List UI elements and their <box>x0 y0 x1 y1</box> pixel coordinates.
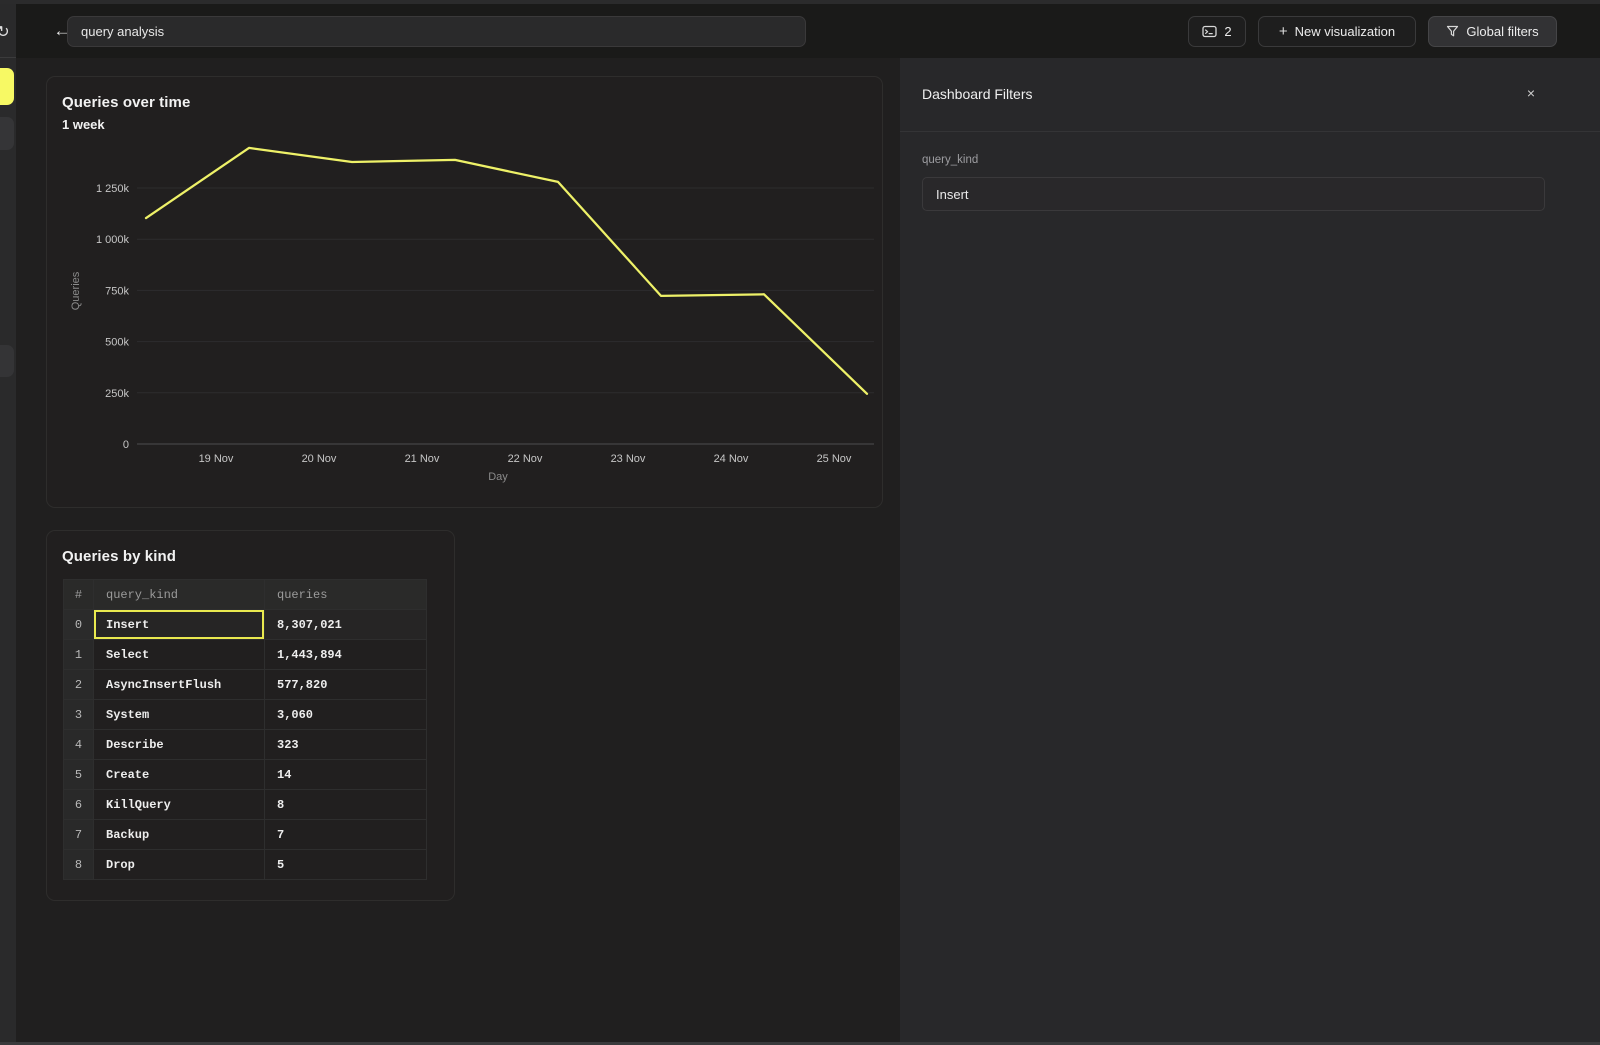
row-index-cell: 1 <box>64 640 94 670</box>
row-index-cell: 2 <box>64 670 94 700</box>
y-tick-label: 0 <box>123 439 129 451</box>
sidebar-item[interactable] <box>0 345 14 377</box>
queries-count-cell[interactable]: 8,307,021 <box>265 610 427 640</box>
queries-count-cell[interactable]: 323 <box>265 730 427 760</box>
row-index-cell: 7 <box>64 820 94 850</box>
query-kind-cell[interactable]: System <box>94 700 265 730</box>
new-visualization-button[interactable]: + New visualization <box>1258 16 1416 47</box>
table-header: #query_kindqueries <box>64 580 427 610</box>
table-title: Queries by kind <box>62 548 176 565</box>
column-header-#: # <box>64 580 94 610</box>
new-visualization-label: New visualization <box>1295 24 1395 39</box>
queries-by-kind-table: #query_kindqueries 0Insert8,307,0211Sele… <box>63 579 427 880</box>
x-tick-label: 23 Nov <box>611 453 646 465</box>
sidebar: ↻ <box>0 0 16 1045</box>
table-row: 1Select1,443,894 <box>64 640 427 670</box>
table-row: 8Drop5 <box>64 850 427 880</box>
panel-divider <box>900 131 1600 132</box>
row-index-cell: 6 <box>64 790 94 820</box>
funnel-icon <box>1446 25 1459 38</box>
plus-icon: + <box>1279 23 1288 40</box>
column-header-queries: queries <box>265 580 427 610</box>
chart-subtitle: 1 week <box>62 117 105 132</box>
dashboard-window: ↻ ← 2 + New visualization Global filters <box>0 0 1600 1045</box>
x-tick-label: 19 Nov <box>199 453 234 465</box>
refresh-icon[interactable]: ↻ <box>0 21 15 45</box>
query-kind-cell[interactable]: KillQuery <box>94 790 265 820</box>
x-tick-label: 25 Nov <box>817 453 852 465</box>
table-row: 4Describe323 <box>64 730 427 760</box>
sidebar-item[interactable] <box>0 117 14 150</box>
column-header-query_kind: query_kind <box>94 580 265 610</box>
query-kind-cell[interactable]: Drop <box>94 850 265 880</box>
console-count: 2 <box>1224 24 1231 39</box>
row-index-cell: 3 <box>64 700 94 730</box>
x-tick-label: 20 Nov <box>302 453 337 465</box>
table-row: 7Backup7 <box>64 820 427 850</box>
y-tick-label: 1 250k <box>96 183 130 195</box>
filter-field-label: query_kind <box>922 154 978 166</box>
row-index-cell: 8 <box>64 850 94 880</box>
dashboard-title-input[interactable] <box>67 16 806 47</box>
queries-count-cell[interactable]: 577,820 <box>265 670 427 700</box>
query-kind-cell[interactable]: Backup <box>94 820 265 850</box>
global-filters-button[interactable]: Global filters <box>1428 16 1557 47</box>
queries-line-series <box>146 148 867 394</box>
table-row: 5Create14 <box>64 760 427 790</box>
main-content: 0250k500k750k1 000k1 250k19 Nov20 Nov21 … <box>16 58 900 1042</box>
global-filters-label: Global filters <box>1466 24 1538 39</box>
queries-count-cell[interactable]: 8 <box>265 790 427 820</box>
query-kind-cell[interactable]: AsyncInsertFlush <box>94 670 265 700</box>
terminal-icon <box>1202 25 1217 38</box>
queries-count-cell[interactable]: 7 <box>265 820 427 850</box>
queries-count-cell[interactable]: 5 <box>265 850 427 880</box>
chart-title: Queries over time <box>62 94 190 111</box>
x-tick-label: 22 Nov <box>508 453 543 465</box>
queries-count-cell[interactable]: 14 <box>265 760 427 790</box>
query-kind-filter-input[interactable] <box>922 177 1545 211</box>
row-index-cell: 5 <box>64 760 94 790</box>
y-tick-label: 500k <box>105 337 129 349</box>
queries-count-cell[interactable]: 3,060 <box>265 700 427 730</box>
line-chart-canvas: 0 250k 500k 750k 1 000k 1 250k 19 Nov 20 Nov 21 … <box>47 77 884 509</box>
table-row: 3System3,060 <box>64 700 427 730</box>
window-top-strip <box>0 0 1600 4</box>
sidebar-item-active[interactable] <box>0 68 14 105</box>
y-tick-label: 750k <box>105 285 129 297</box>
chart-card-queries-over-time: 0 250k 500k 750k 1 000k 1 250k 19 Nov 20 Nov 21 … <box>46 76 883 508</box>
query-kind-cell[interactable]: Insert <box>94 610 265 640</box>
x-tick-label: 21 Nov <box>405 453 440 465</box>
queries-count-cell[interactable]: 1,443,894 <box>265 640 427 670</box>
dashboard-filters-panel: Dashboard Filters × query_kind <box>900 58 1600 1042</box>
console-count-button[interactable]: 2 <box>1188 16 1246 47</box>
x-tick-label: 24 Nov <box>714 453 749 465</box>
y-tick-label: 1 000k <box>96 234 130 246</box>
query-kind-cell[interactable]: Create <box>94 760 265 790</box>
filters-panel-title: Dashboard Filters <box>922 86 1033 102</box>
table-row: 2AsyncInsertFlush577,820 <box>64 670 427 700</box>
row-index-cell: 4 <box>64 730 94 760</box>
query-kind-cell[interactable]: Select <box>94 640 265 670</box>
y-tick-label: 250k <box>105 388 129 400</box>
close-icon[interactable]: × <box>1520 82 1542 104</box>
table-row: 6KillQuery8 <box>64 790 427 820</box>
y-axis-label: Queries <box>70 271 82 310</box>
row-index-cell: 0 <box>64 610 94 640</box>
table-row: 0Insert8,307,021 <box>64 610 427 640</box>
x-axis-label: Day <box>488 471 508 483</box>
topbar: ← 2 + New visualization Global filters <box>16 4 1600 58</box>
query-kind-cell[interactable]: Describe <box>94 730 265 760</box>
table-card-queries-by-kind: Queries by kind #query_kindqueries 0Inse… <box>46 530 455 901</box>
sidebar-divider <box>0 57 16 58</box>
